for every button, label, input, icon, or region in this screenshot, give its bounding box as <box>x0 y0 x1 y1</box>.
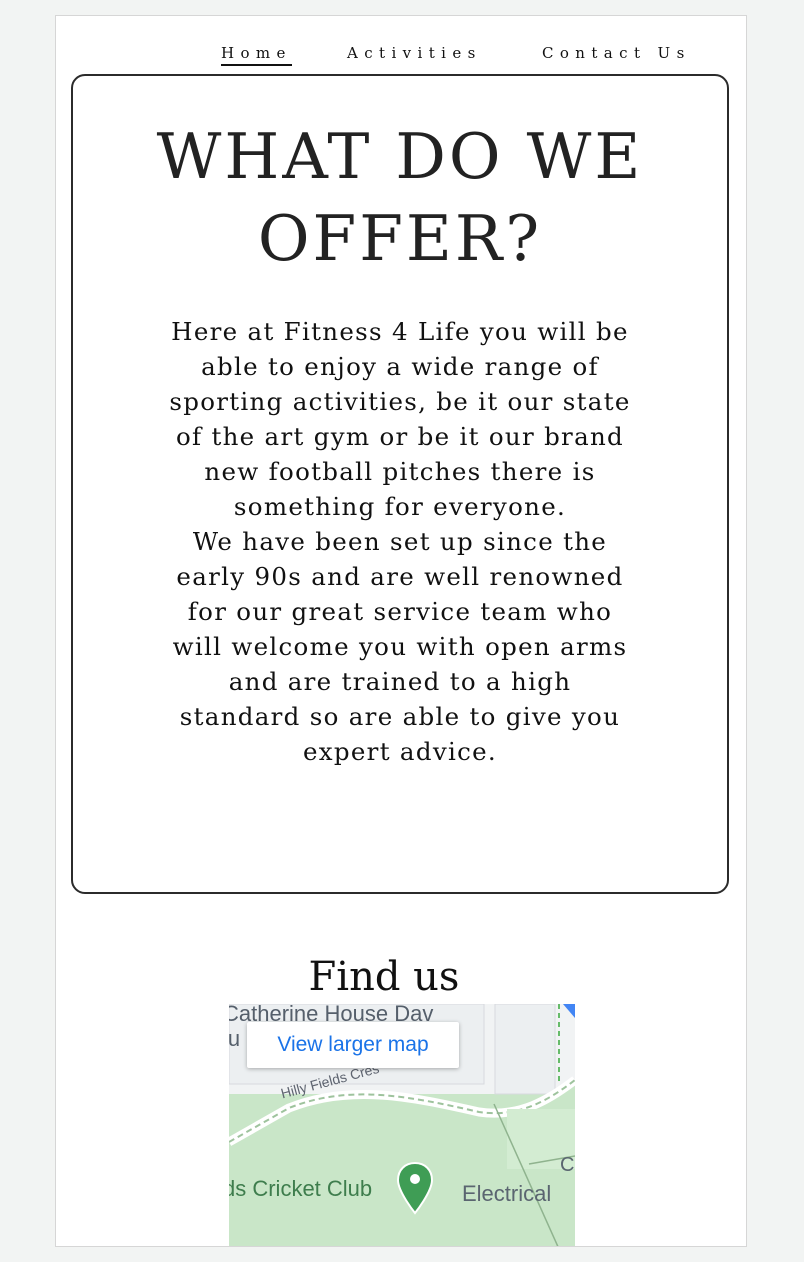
page-container: Home Activities Contact Us WHAT DO WE OF… <box>55 15 747 1247</box>
map-pin-icon[interactable] <box>397 1161 433 1215</box>
embedded-map[interactable]: Catherine House Dav lu Hilly Fields Cres… <box>229 1004 575 1246</box>
offer-title-line-2: OFFER? <box>257 202 543 275</box>
offer-paragraph-2: We have been set up since the early 90s … <box>172 527 628 766</box>
map-place-label-top-2: lu <box>229 1026 241 1051</box>
offer-paragraph-1: Here at Fitness 4 Life you will be able … <box>169 317 631 521</box>
nav-home[interactable]: Home <box>221 44 292 66</box>
find-us-heading: Find us <box>308 954 460 1000</box>
offer-title: WHAT DO WE OFFER? <box>73 116 727 280</box>
offer-copy: Here at Fitness 4 Life you will be able … <box>165 314 635 769</box>
offer-title-line-1: WHAT DO WE <box>156 120 644 193</box>
view-larger-map-button[interactable]: View larger map <box>247 1022 459 1068</box>
nav-activities[interactable]: Activities <box>347 44 482 62</box>
map-corner-label: C <box>560 1154 575 1176</box>
map-electrical-label: Electrical <box>462 1181 552 1206</box>
nav-contact-us[interactable]: Contact Us <box>542 44 691 62</box>
top-navigation: Home Activities Contact Us <box>56 30 746 66</box>
map-club-label: ds Cricket Club <box>229 1176 373 1201</box>
offer-card: WHAT DO WE OFFER? Here at Fitness 4 Life… <box>71 74 729 894</box>
